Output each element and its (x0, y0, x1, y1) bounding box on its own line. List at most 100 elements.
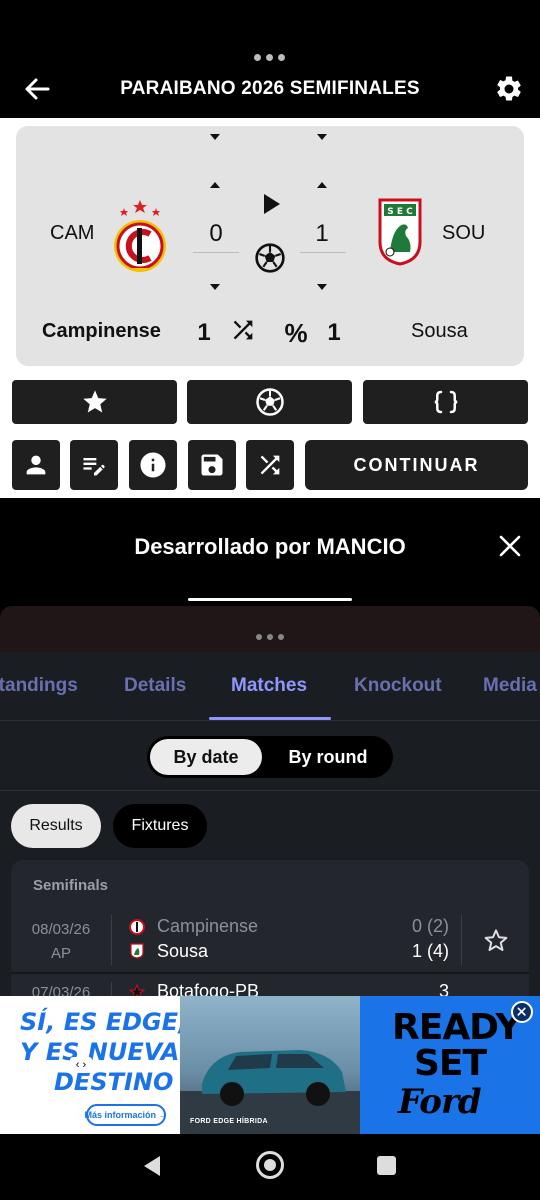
star-icon (82, 390, 107, 413)
developer-text: Desarrollado por MANCIO (134, 534, 406, 559)
person-icon (26, 455, 46, 475)
info-button[interactable] (129, 440, 177, 490)
home-team-name: Campinense (42, 320, 161, 342)
drag-dots (254, 54, 285, 61)
match-divider (111, 915, 112, 965)
developer-banner: Desarrollado por MANCIO (0, 498, 540, 608)
by-round-toggle[interactable]: By round (268, 739, 388, 775)
away-increment-caret[interactable] (317, 134, 327, 140)
away-penalties: (4) (427, 941, 449, 961)
star-outline-icon[interactable] (481, 926, 511, 956)
soccer-ball-icon[interactable] (254, 242, 286, 274)
ad-car-image (180, 996, 360, 1134)
match-home-team[interactable]: Campinense (157, 916, 258, 937)
ad-headline-line1: SÍ, ES EDGE, (20, 1008, 188, 1036)
shuffle-icon (260, 455, 280, 475)
away-team-name: Sousa (411, 320, 468, 342)
favorite-button[interactable] (12, 380, 177, 424)
match-away-score: 1 (4) (412, 941, 449, 962)
nav-back-icon[interactable] (142, 1154, 162, 1178)
nav-home-icon[interactable] (256, 1151, 284, 1179)
ad-expand-icon[interactable]: ‹ › (70, 1057, 92, 1073)
home-penalties: (2) (427, 916, 449, 936)
match-date: 08/03/26 (31, 921, 91, 938)
away-score-up[interactable] (317, 182, 327, 188)
toggle-divider (0, 790, 540, 791)
ad-close-icon[interactable] (511, 1001, 533, 1023)
away-score-down[interactable] (317, 284, 327, 290)
match-away-team[interactable]: Sousa (157, 941, 208, 962)
sheet-handle[interactable] (188, 598, 352, 601)
away-stat: 1 (327, 319, 341, 346)
ad-ready: READY (392, 1007, 522, 1048)
profile-button[interactable] (12, 440, 60, 490)
ad-cta-button[interactable]: Más información → (85, 1104, 168, 1126)
percent-symbol[interactable]: % (280, 318, 312, 349)
campinense-crest-icon (114, 200, 166, 272)
results-chip[interactable]: Results (11, 804, 101, 848)
match-divider (111, 982, 112, 996)
edit-notes-button[interactable] (70, 440, 118, 490)
away-score[interactable]: 1 (302, 220, 342, 248)
soccer-ball-icon (255, 388, 284, 416)
ad-ford-logo: Ford (398, 1082, 482, 1122)
tabs-divider (0, 720, 540, 721)
scoreboard-panel: CAM 0 1 S E C SOU Campinense 1 % 1 Sousa… (0, 118, 540, 498)
by-date-toggle[interactable]: By date (150, 739, 262, 775)
sheet-header (0, 606, 540, 652)
home-score[interactable]: 0 (196, 220, 236, 248)
tab-media[interactable]: Media (483, 675, 537, 697)
match-home-team[interactable]: Botafogo-PB (157, 981, 259, 996)
tab-standings[interactable]: Standings (0, 675, 78, 697)
nav-recents-icon[interactable] (377, 1156, 396, 1175)
home-score-down[interactable] (210, 284, 220, 290)
ad-set: SET (414, 1043, 487, 1084)
match-home-score: 3 (438, 981, 449, 996)
braces-icon (434, 390, 457, 414)
svg-text:S E C: S E C (387, 207, 413, 217)
json-button[interactable] (363, 380, 528, 424)
score-divider (461, 915, 462, 965)
sheet-dots (256, 634, 284, 640)
car-image (180, 1050, 360, 1134)
sousa-crest-icon: S E C (378, 198, 422, 266)
fixtures-chip[interactable]: Fixtures (113, 804, 207, 848)
home-abbr: CAM (50, 222, 95, 244)
match-button[interactable] (187, 380, 352, 424)
score-card: CAM 0 1 S E C SOU Campinense 1 % 1 Sousa (16, 126, 524, 366)
close-icon[interactable] (496, 532, 524, 560)
away-goals: 1 (411, 941, 422, 961)
tab-matches[interactable]: Matches (231, 675, 307, 697)
save-button[interactable] (188, 440, 236, 490)
page-title: PARAIBANO 2026 SEMIFINALES (120, 78, 420, 99)
save-icon (201, 454, 223, 476)
match-status: AP (50, 945, 71, 962)
botafogo-crest-icon (129, 984, 145, 996)
ad-headline-line2: Y ES NUEVA (20, 1038, 180, 1066)
away-abbr: SOU (442, 222, 486, 244)
home-score-underline (193, 252, 239, 253)
continue-label: CONTINUAR (353, 454, 480, 475)
matches-card: Semifinals 08/03/26 AP Campinense Sousa … (11, 860, 529, 996)
campinense-crest-icon (129, 919, 145, 935)
home-goals: 0 (411, 916, 422, 936)
ad-caption: FORD EDGE HÍBRIDA (190, 1118, 268, 1125)
shuffle-button[interactable] (246, 440, 294, 490)
round-label: Semifinals (33, 877, 109, 894)
gear-icon[interactable] (494, 74, 524, 104)
home-stat: 1 (197, 319, 211, 346)
match-home-score: 0 (2) (412, 916, 449, 937)
shuffle-icon[interactable] (229, 316, 257, 344)
app-bar (0, 0, 540, 118)
play-icon[interactable] (262, 192, 282, 216)
edit-note-icon (83, 458, 105, 476)
home-score-up[interactable] (210, 182, 220, 188)
sousa-crest-icon (130, 943, 144, 959)
info-icon (140, 452, 166, 478)
continue-button[interactable]: CONTINUAR (305, 440, 528, 490)
tab-knockout[interactable]: Knockout (354, 675, 442, 697)
active-tab-indicator (209, 717, 331, 720)
away-score-underline (300, 252, 346, 253)
tab-details[interactable]: Details (124, 675, 186, 697)
home-increment-caret[interactable] (210, 134, 220, 140)
